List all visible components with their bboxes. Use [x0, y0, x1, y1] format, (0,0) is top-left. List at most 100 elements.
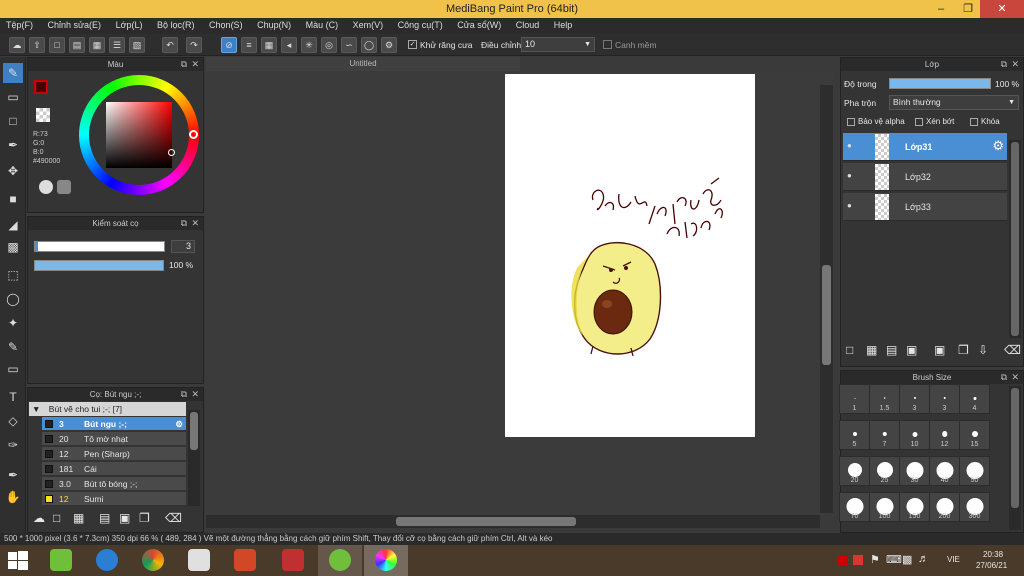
vanish-snap-icon[interactable]: ◂	[281, 37, 297, 53]
list-icon[interactable]: ☰	[109, 37, 125, 53]
saturation-value-square[interactable]	[106, 102, 172, 168]
close-icon[interactable]: ✕	[1011, 58, 1019, 71]
hue-ring[interactable]	[79, 75, 199, 195]
canvas-tab[interactable]: Untitled	[206, 57, 520, 71]
brush-settings-icon[interactable]: ▤	[99, 511, 110, 525]
layer-scrollbar[interactable]	[1009, 140, 1021, 338]
merge-down-icon[interactable]: ⇩	[978, 343, 988, 357]
duplicate-icon[interactable]: ❐	[139, 511, 150, 525]
menu-view[interactable]: Xem(V)	[347, 18, 390, 32]
app-icon[interactable]	[282, 549, 304, 571]
cross-snap-icon[interactable]: ▦	[261, 37, 277, 53]
taskbar-app-button[interactable]	[318, 545, 362, 576]
list-item[interactable]: 181 Cái	[42, 462, 186, 476]
add-brush-icon[interactable]: ▦	[73, 511, 84, 525]
share-icon[interactable]: ⇧	[29, 37, 45, 53]
document-icon[interactable]: ▦	[89, 37, 105, 53]
undock-icon[interactable]: ⧉	[1001, 371, 1007, 384]
pen-tool-icon[interactable]: ✒	[3, 135, 23, 155]
fill-shape-icon[interactable]: ■	[3, 189, 23, 209]
tray-icon[interactable]	[838, 555, 848, 565]
close-icon[interactable]: ✕	[191, 58, 199, 71]
brush-size-cell[interactable]: 70	[839, 492, 870, 522]
list-item[interactable]: 12 Pen (Sharp)	[42, 447, 186, 461]
list-item[interactable]: 3 Bút ngu ;-; ⚙	[42, 417, 186, 431]
add-layer-menu-icon[interactable]: ▣	[906, 343, 917, 357]
eye-icon[interactable]: ●	[847, 171, 852, 180]
gear-icon[interactable]: ⚙	[175, 417, 183, 431]
undo-icon[interactable]: ↶	[162, 37, 178, 53]
brush-opacity-slider[interactable]	[34, 260, 164, 271]
blend-mode-select[interactable]: Bình thường ▼	[889, 95, 1019, 110]
canvas-vertical-scrollbar[interactable]	[820, 85, 833, 513]
bucket-tool-icon[interactable]: ◢	[3, 215, 23, 235]
grid-icon[interactable]: ▧	[129, 37, 145, 53]
clipping-checkbox[interactable]	[915, 118, 923, 126]
close-button[interactable]: ✕	[980, 0, 1024, 18]
brush-size-cell[interactable]: 25	[869, 456, 900, 486]
brush-list-scrollbar[interactable]	[188, 410, 200, 506]
brush-size-cell[interactable]: 7	[869, 420, 900, 450]
adjust-select[interactable]: 10 ▼	[521, 37, 595, 52]
gear-icon[interactable]: ⚙	[992, 138, 1004, 154]
foreground-color-swatch[interactable]	[34, 80, 48, 94]
brush-size-cell[interactable]: 20	[839, 456, 870, 486]
brush-size-cell[interactable]: 40	[929, 456, 960, 486]
layer-row[interactable]: ● Lớp31 ⚙	[843, 133, 1007, 161]
radial-snap-icon[interactable]: ✳	[301, 37, 317, 53]
no-snap-icon[interactable]: ⊘	[221, 37, 237, 53]
undock-icon[interactable]: ⧉	[181, 217, 187, 230]
circle-snap-icon[interactable]: ◎	[321, 37, 337, 53]
windows-start-icon[interactable]	[8, 551, 28, 571]
layer-row[interactable]: ● Lớp33	[843, 193, 1007, 221]
maximize-button[interactable]: ❐	[955, 0, 981, 18]
folder-icon[interactable]: ▣	[934, 343, 945, 357]
parallel-snap-icon[interactable]: ≡	[241, 37, 257, 53]
internet-explorer-icon[interactable]	[96, 549, 118, 571]
brush-size-scrollbar[interactable]	[1009, 386, 1021, 530]
divide-tool-icon[interactable]: ◇	[3, 411, 23, 431]
gradient-tool-icon[interactable]: ▩	[3, 237, 23, 257]
comment-icon[interactable]: □	[49, 37, 65, 53]
menu-snap[interactable]: Chụp(N)	[251, 18, 297, 32]
select-tool-icon[interactable]: ⬚	[3, 265, 23, 285]
protect-alpha-checkbox[interactable]	[847, 118, 855, 126]
dot-tool-icon[interactable]: □	[3, 111, 23, 131]
palette-icon[interactable]	[39, 180, 53, 194]
brush-size-cell[interactable]: 3	[899, 384, 930, 414]
menu-layer[interactable]: Lớp(L)	[110, 18, 149, 32]
hue-picker-cursor[interactable]	[189, 130, 198, 139]
menu-cloud[interactable]: Cloud	[510, 18, 546, 32]
volume-icon[interactable]: ♬	[918, 553, 929, 565]
eye-icon[interactable]: ●	[847, 201, 852, 210]
list-item[interactable]: 20 Tô mờ nhạt	[42, 432, 186, 446]
transparent-swatch[interactable]	[36, 108, 50, 122]
undock-icon[interactable]: ⧉	[181, 58, 187, 71]
menu-edit[interactable]: Chỉnh sửa(E)	[42, 18, 108, 32]
pc-icon[interactable]	[188, 549, 210, 571]
hand-tool-icon[interactable]: ✋	[3, 487, 23, 507]
close-icon[interactable]: ✕	[191, 217, 199, 230]
chat-icon[interactable]: ▤	[69, 37, 85, 53]
brush-tool-icon[interactable]: ✎	[3, 63, 23, 83]
duplicate-icon[interactable]: ❐	[958, 343, 969, 357]
brush-size-cell[interactable]: 30	[899, 456, 930, 486]
dropper-tool-icon[interactable]: ✒	[3, 465, 23, 485]
lasso-tool-icon[interactable]: ◯	[3, 289, 23, 309]
brush-size-cell[interactable]: 3	[929, 384, 960, 414]
move-tool-icon[interactable]: ✥	[3, 161, 23, 181]
brush-group-header[interactable]: ▼ Bút vẽ cho tui ;-; [7]	[29, 402, 186, 416]
brush-size-cell[interactable]: 1	[839, 384, 870, 414]
brush-size-cell[interactable]: 200	[929, 492, 960, 522]
menu-select[interactable]: Chọn(S)	[203, 18, 249, 32]
powerpoint-icon[interactable]	[234, 549, 256, 571]
new-8bit-layer-icon[interactable]: ▤	[886, 343, 897, 357]
color-history-icon[interactable]	[57, 180, 71, 194]
select-eraser-icon[interactable]: ▭	[3, 359, 23, 379]
brush-size-cell[interactable]: 5	[839, 420, 870, 450]
trash-icon[interactable]: ⌫	[1004, 343, 1021, 357]
network-icon[interactable]: ▩	[902, 553, 912, 566]
list-item[interactable]: 12 Sumi	[42, 492, 186, 506]
redo-icon[interactable]: ↷	[186, 37, 202, 53]
color-picker-cursor[interactable]	[168, 149, 175, 156]
